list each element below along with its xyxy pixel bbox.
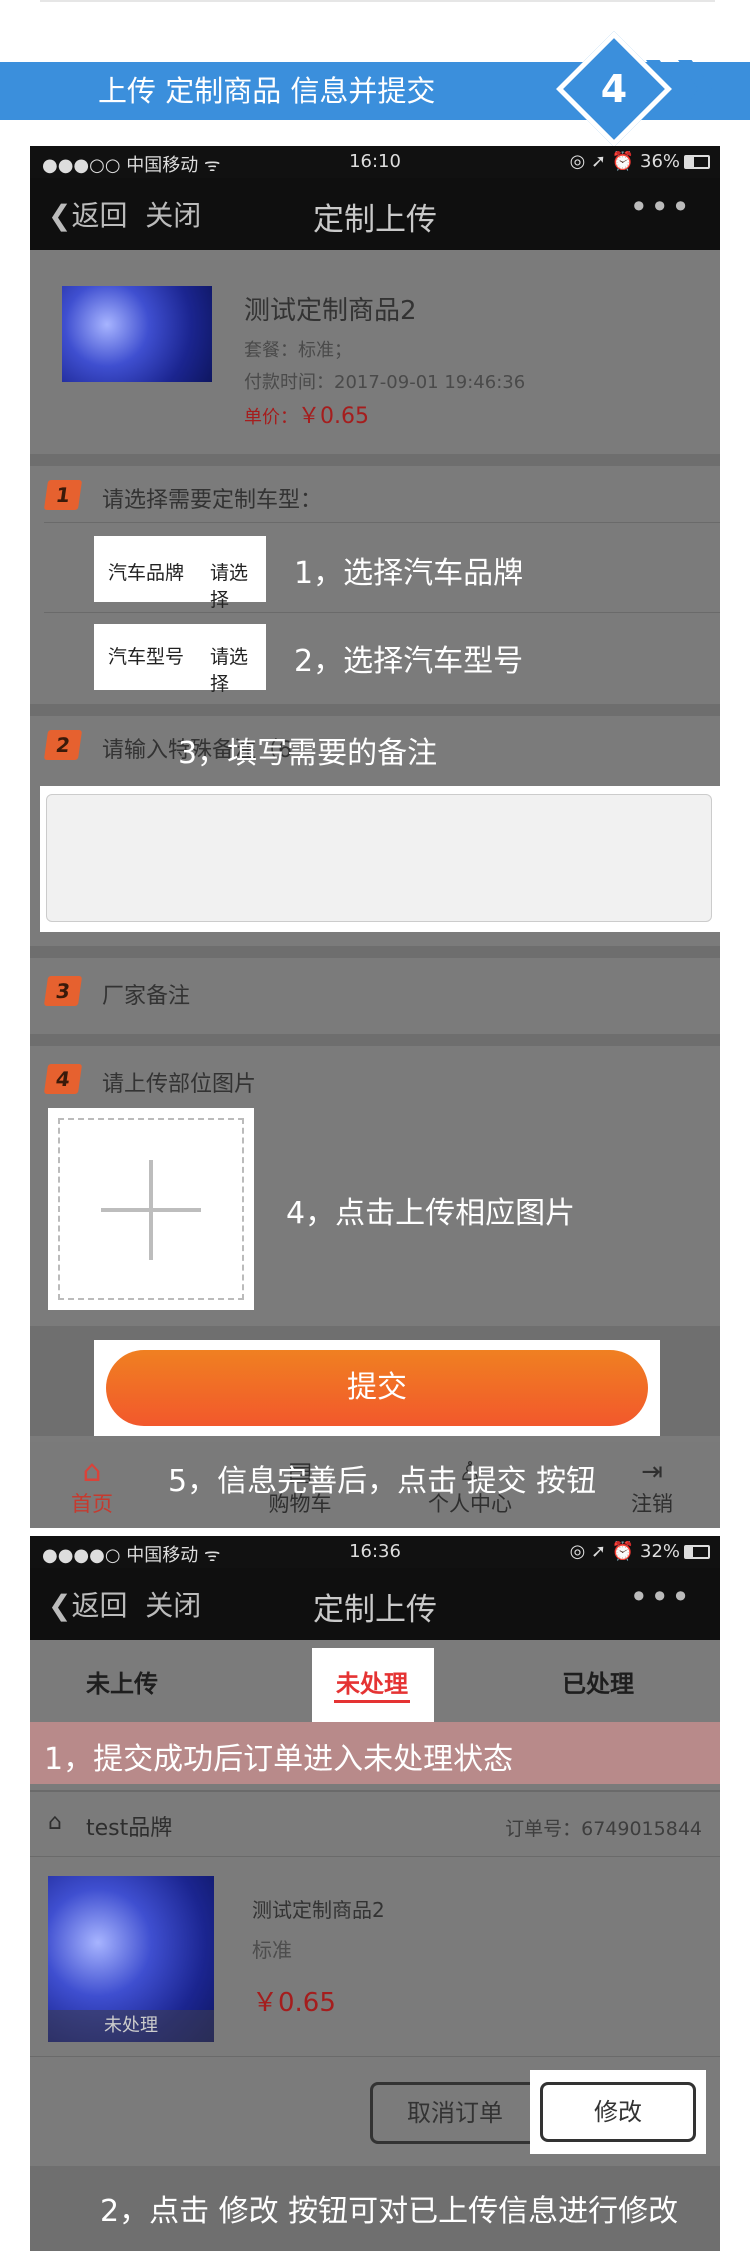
battery-icon [684, 1545, 710, 1559]
tab-home[interactable]: ⌂ 首页 [54, 1456, 130, 1518]
battery-icon [684, 155, 710, 169]
order-thumbnail: 未处理 [48, 1876, 214, 2042]
nav-bar: ❮返回 关闭 定制上传 ••• [30, 1568, 720, 1640]
order-package: 标准 [252, 1938, 292, 1962]
section-number-badge: 1 [43, 480, 83, 510]
status-tabs: 未上传 未处理 已处理 [30, 1640, 720, 1722]
brand-select[interactable]: 汽车品牌 请选择 [94, 536, 266, 611]
divider [30, 454, 720, 466]
product-paytime: 付款时间：2017-09-01 19:46:36 [244, 372, 526, 393]
product-name: 测试定制商品2 [244, 296, 417, 326]
divider [30, 1856, 720, 1857]
status-icons: ◎ ➚ ⏰ 36% [569, 151, 680, 172]
nav-bar: ❮返回 关闭 定制上传 ••• [30, 178, 720, 250]
divider [30, 946, 720, 958]
step-number: 4 [600, 67, 628, 111]
active-tab-indicator [334, 1700, 410, 1703]
price-label: 单价： [244, 407, 298, 428]
phone-screenshot-upload-form: ●●●○○ 中国移动 ᯤ 16:10 ◎ ➚ ⏰ 36% ❮返回 关闭 定制上传… [30, 146, 720, 1528]
page-title: 定制上传 [313, 202, 437, 238]
tab-not-uploaded[interactable]: 未上传 [86, 1664, 158, 1699]
order-product-name: 测试定制商品2 [252, 1898, 385, 1922]
product-price: ￥0.65 [298, 404, 369, 429]
annotation-step-5: 5，信息完善后，点击 提交 按钮 [168, 1464, 597, 1499]
section-number-badge: 3 [43, 976, 83, 1006]
section-title-factory-remarks: 厂家备注 [102, 984, 191, 1009]
tab-pending: 未处理 [336, 1670, 408, 1698]
status-overlay: 未处理 [48, 2010, 214, 2042]
status-icons: ◎ ➚ ⏰ 32% [569, 1541, 680, 1562]
more-menu-icon[interactable]: ••• [629, 1578, 692, 1616]
top-divider [40, 0, 715, 2]
remarks-frame [40, 786, 720, 932]
page-title: 定制上传 [313, 1592, 437, 1628]
status-bar: ●●●○○ 中国移动 ᯤ 16:10 ◎ ➚ ⏰ 36% [30, 146, 720, 178]
product-thumbnail [62, 286, 212, 382]
section-title-upload-images: 请上传部位图片 [102, 1072, 257, 1097]
annotation-step-1: 1，提交成功后订单进入未处理状态 [44, 1742, 514, 1777]
divider [30, 704, 720, 716]
section-title-car-type: 请选择需要定制车型： [102, 488, 323, 513]
modify-button[interactable]: 修改 [540, 2082, 696, 2142]
cancel-order-button[interactable]: 取消订单 [370, 2082, 540, 2144]
product-package: 套餐：标准； [244, 340, 352, 361]
annotation-step-2: 2，选择汽车型号 [294, 644, 524, 679]
submit-highlight: 提交 [94, 1340, 660, 1436]
brand-value: 请选择 [210, 562, 249, 611]
order-number: 订单号：6749015844 [505, 1818, 702, 1840]
divider [44, 612, 720, 613]
divider [30, 1034, 720, 1046]
tab-logout[interactable]: ⇥ 注销 [614, 1456, 690, 1518]
annotation-step-3: 3，填写需要的备注 [178, 736, 438, 771]
order-brand: test品牌 [86, 1816, 173, 1841]
status-bar: ●●●●○ 中国移动 ᯤ 16:36 ◎ ➚ ⏰ 32% [30, 1536, 720, 1568]
section-number-badge: 2 [43, 730, 83, 760]
tab-label: 首页 [71, 1492, 113, 1516]
upload-image-box[interactable] [48, 1108, 254, 1310]
phone-screenshot-order-list: ●●●●○ 中国移动 ᯤ 16:36 ◎ ➚ ⏰ 32% ❮返回 关闭 定制上传… [30, 1536, 720, 2251]
more-menu-icon[interactable]: ••• [629, 188, 692, 226]
model-label: 汽车型号 [108, 646, 185, 668]
plus-icon-bar [101, 1208, 201, 1212]
model-select[interactable]: 汽车型号 请选择 [94, 624, 266, 695]
brand-label: 汽车品牌 [108, 562, 185, 584]
section-number-badge: 4 [43, 1064, 83, 1094]
tag-icon: ⌂ [48, 1810, 62, 1835]
order-price: ￥0.65 [252, 1988, 336, 2018]
product-price-row: 单价：￥0.65 [244, 398, 369, 430]
banner-title: 上传 定制商品 信息并提交 [98, 74, 436, 108]
modify-highlight: 修改 [530, 2070, 706, 2154]
tab-label: 注销 [631, 1492, 673, 1516]
annotation-step-2: 2，点击 修改 按钮可对已上传信息进行修改 [100, 2194, 679, 2229]
submit-button[interactable]: 提交 [106, 1350, 648, 1426]
annotation-step-4: 4，点击上传相应图片 [286, 1196, 576, 1231]
divider [30, 1790, 720, 1792]
tab-pending-highlight[interactable]: 未处理 [312, 1648, 434, 1722]
annotation-step-1: 1，选择汽车品牌 [294, 556, 524, 591]
logout-icon: ⇥ [641, 1457, 663, 1487]
remarks-textarea[interactable] [46, 794, 712, 922]
tab-processed[interactable]: 已处理 [562, 1664, 634, 1699]
home-icon: ⌂ [82, 1454, 102, 1489]
divider [44, 522, 720, 523]
divider [30, 2056, 720, 2057]
model-value: 请选择 [210, 646, 249, 695]
